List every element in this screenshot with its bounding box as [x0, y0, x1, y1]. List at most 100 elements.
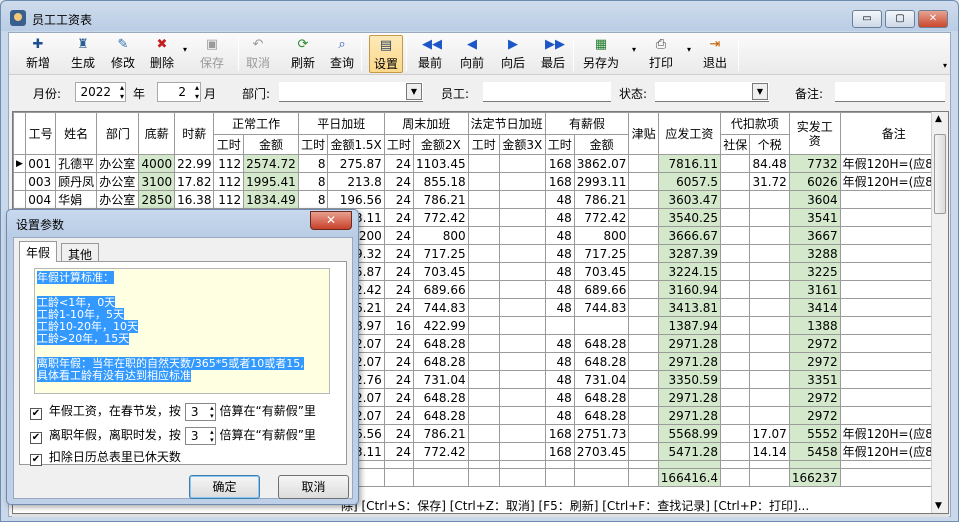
print-dropdown-icon[interactable]: ▾ — [687, 45, 691, 54]
minimize-button[interactable]: ▭ — [852, 10, 882, 28]
year-spinner[interactable]: 2022 — [75, 82, 126, 102]
spacer-cell — [467, 460, 500, 469]
scroll-thumb[interactable] — [934, 134, 946, 214]
first-button[interactable]: ◀◀ 最前 — [413, 35, 447, 73]
table-cell — [749, 406, 790, 425]
spring-festival-multiplier[interactable]: 3 — [184, 402, 216, 421]
filter-bar: 月份: 2022 年 2 月 部门: ▼ 员工: 状态: ▼ 备注: — [9, 75, 950, 107]
vertical-scrollbar[interactable]: ▲ ▼ — [931, 112, 948, 513]
dept-select[interactable] — [279, 82, 423, 102]
sub-column-header: 个税 — [749, 134, 790, 155]
saveas-button[interactable]: ▦ 另存为 — [580, 35, 622, 73]
toolbar-overflow-icon[interactable]: ▾ — [943, 61, 947, 70]
status-dropdown-icon[interactable]: ▼ — [752, 83, 768, 100]
table-cell: 24 — [383, 262, 415, 281]
table-cell — [628, 280, 659, 299]
table-cell — [628, 190, 659, 209]
option-deduct-days: ✔ 扣除日历总表里已休天数 — [30, 448, 181, 466]
option-text: 扣除日历总表里已休天数 — [48, 450, 181, 464]
next-button[interactable]: ▶ 向后 — [496, 35, 530, 73]
spring-festival-checkbox[interactable]: ✔ — [30, 408, 42, 420]
dept-dropdown-icon[interactable]: ▼ — [406, 83, 422, 100]
table-cell: 3288 — [788, 244, 841, 263]
table-cell: 16.38 — [174, 190, 215, 209]
delete-dropdown-icon[interactable]: ▾ — [183, 45, 187, 54]
table-cell: 24 — [383, 244, 415, 263]
table-cell: 3541 — [788, 208, 841, 227]
table-cell: 1387.94 — [657, 316, 722, 335]
sub-column-header: 工时 — [213, 134, 245, 155]
table-row[interactable]: ▶ 001 孔德平 办公室 4000 22.99 112 2574.72 8 275.87 24 11… — [13, 154, 948, 173]
spacer-cell — [788, 460, 841, 469]
scroll-down-icon[interactable]: ▼ — [935, 501, 942, 511]
tab-annual-leave[interactable]: 年假 — [19, 241, 58, 262]
table-cell — [467, 280, 500, 299]
tab-other[interactable]: 其他 — [61, 243, 100, 262]
cancel-button[interactable]: 取消 — [278, 475, 349, 499]
table-cell: 5458 — [788, 442, 841, 461]
dialog-close-button[interactable]: ✕ — [310, 211, 352, 230]
title-bar: 员工工资表 ▭ ▢ ✕ — [1, 1, 958, 33]
table-cell — [467, 424, 500, 443]
cancel-button[interactable]: ↶ 取消 — [243, 35, 273, 73]
row-indicator — [13, 190, 27, 209]
table-cell: 2971.28 — [657, 388, 722, 407]
employee-input[interactable] — [483, 82, 611, 102]
scroll-up-icon[interactable]: ▲ — [935, 114, 942, 124]
print-button[interactable]: ⎙ 打印 — [644, 35, 678, 73]
save-button[interactable]: ▣ 保存 — [197, 35, 227, 73]
table-cell: 48 — [544, 352, 575, 371]
close-button[interactable]: ✕ — [918, 10, 948, 28]
new-button[interactable]: ✚ 新增 — [21, 35, 55, 73]
saveas-dropdown-icon[interactable]: ▾ — [632, 45, 636, 54]
dialog-title: 设置参数 — [16, 218, 65, 232]
resignation-multiplier[interactable]: 3 — [184, 426, 216, 445]
last-button[interactable]: ▶▶ 最后 — [536, 35, 570, 73]
table-cell: 8 — [297, 190, 329, 209]
table-cell: 744.83 — [413, 298, 469, 317]
month-spinner[interactable]: 2 — [157, 82, 201, 102]
table-cell — [467, 244, 500, 263]
table-cell — [749, 334, 790, 353]
ok-button[interactable]: 确定 — [189, 475, 260, 499]
generate-button[interactable]: ♜ 生成 — [66, 35, 100, 73]
table-cell: 112 — [213, 172, 245, 191]
main-window: 员工工资表 ▭ ▢ ✕ ✚ 新增 ♜ 生成 ✎ 修改 ✖ 删除 ▣ 保存 ↶ 取消 ⟳ 刷新 ⌕ 查询 ▤ 设置 ◀… — [0, 0, 959, 522]
table-cell — [720, 442, 751, 461]
table-cell: 168 — [544, 424, 575, 443]
sub-column-header: 金额 — [573, 134, 630, 155]
total-cell — [413, 468, 469, 487]
total-cell — [467, 468, 500, 487]
remark-input[interactable] — [835, 82, 945, 102]
table-cell — [498, 298, 546, 317]
table-row[interactable]: 003 顾丹凤 办公室 3100 17.82 112 1995.41 8 213.8 24 855.… — [13, 172, 948, 191]
table-cell — [720, 262, 751, 281]
leave-rule-memo[interactable]: 年假计算标准： 工龄<1年，0天 工龄1-10年，5天 工龄10-20年，10天… — [34, 268, 330, 394]
option-text: 倍算在“有薪假”里 — [219, 404, 316, 418]
refresh-button[interactable]: ⟳ 刷新 — [286, 35, 320, 73]
table-cell: 2972 — [788, 388, 841, 407]
prev-icon: ◀ — [467, 37, 477, 52]
column-header: 实发工资 — [788, 112, 841, 155]
table-cell: 1103.45 — [413, 154, 469, 173]
resignation-checkbox[interactable]: ✔ — [30, 432, 42, 444]
table-cell: 648.28 — [413, 334, 469, 353]
table-cell — [628, 154, 659, 173]
table-cell: 275.87 — [327, 154, 385, 173]
dept-label: 部门: — [242, 87, 271, 101]
exit-button[interactable]: ⇥ 退出 — [698, 35, 732, 73]
maximize-button[interactable]: ▢ — [885, 10, 915, 28]
deduct-days-checkbox[interactable]: ✔ — [30, 454, 42, 466]
spacer-cell — [628, 460, 659, 469]
table-cell: 3161 — [788, 280, 841, 299]
table-cell: 3224.15 — [657, 262, 722, 281]
table-cell: 800 — [573, 226, 630, 245]
table-row[interactable]: 004 华娟 办公室 2850 16.38 112 1834.49 8 196.56 24 786.… — [13, 190, 948, 209]
table-cell: 786.21 — [573, 190, 630, 209]
settings-button[interactable]: ▤ 设置 — [369, 35, 403, 73]
query-button[interactable]: ⌕ 查询 — [325, 35, 359, 73]
edit-button[interactable]: ✎ 修改 — [106, 35, 140, 73]
prev-button[interactable]: ◀ 向前 — [455, 35, 489, 73]
settings-dialog: 设置参数 ✕ 年假 其他 年假计算标准： 工龄<1年，0天 工龄1-10年，5天… — [6, 209, 359, 505]
delete-button[interactable]: ✖ 删除 — [145, 35, 179, 73]
